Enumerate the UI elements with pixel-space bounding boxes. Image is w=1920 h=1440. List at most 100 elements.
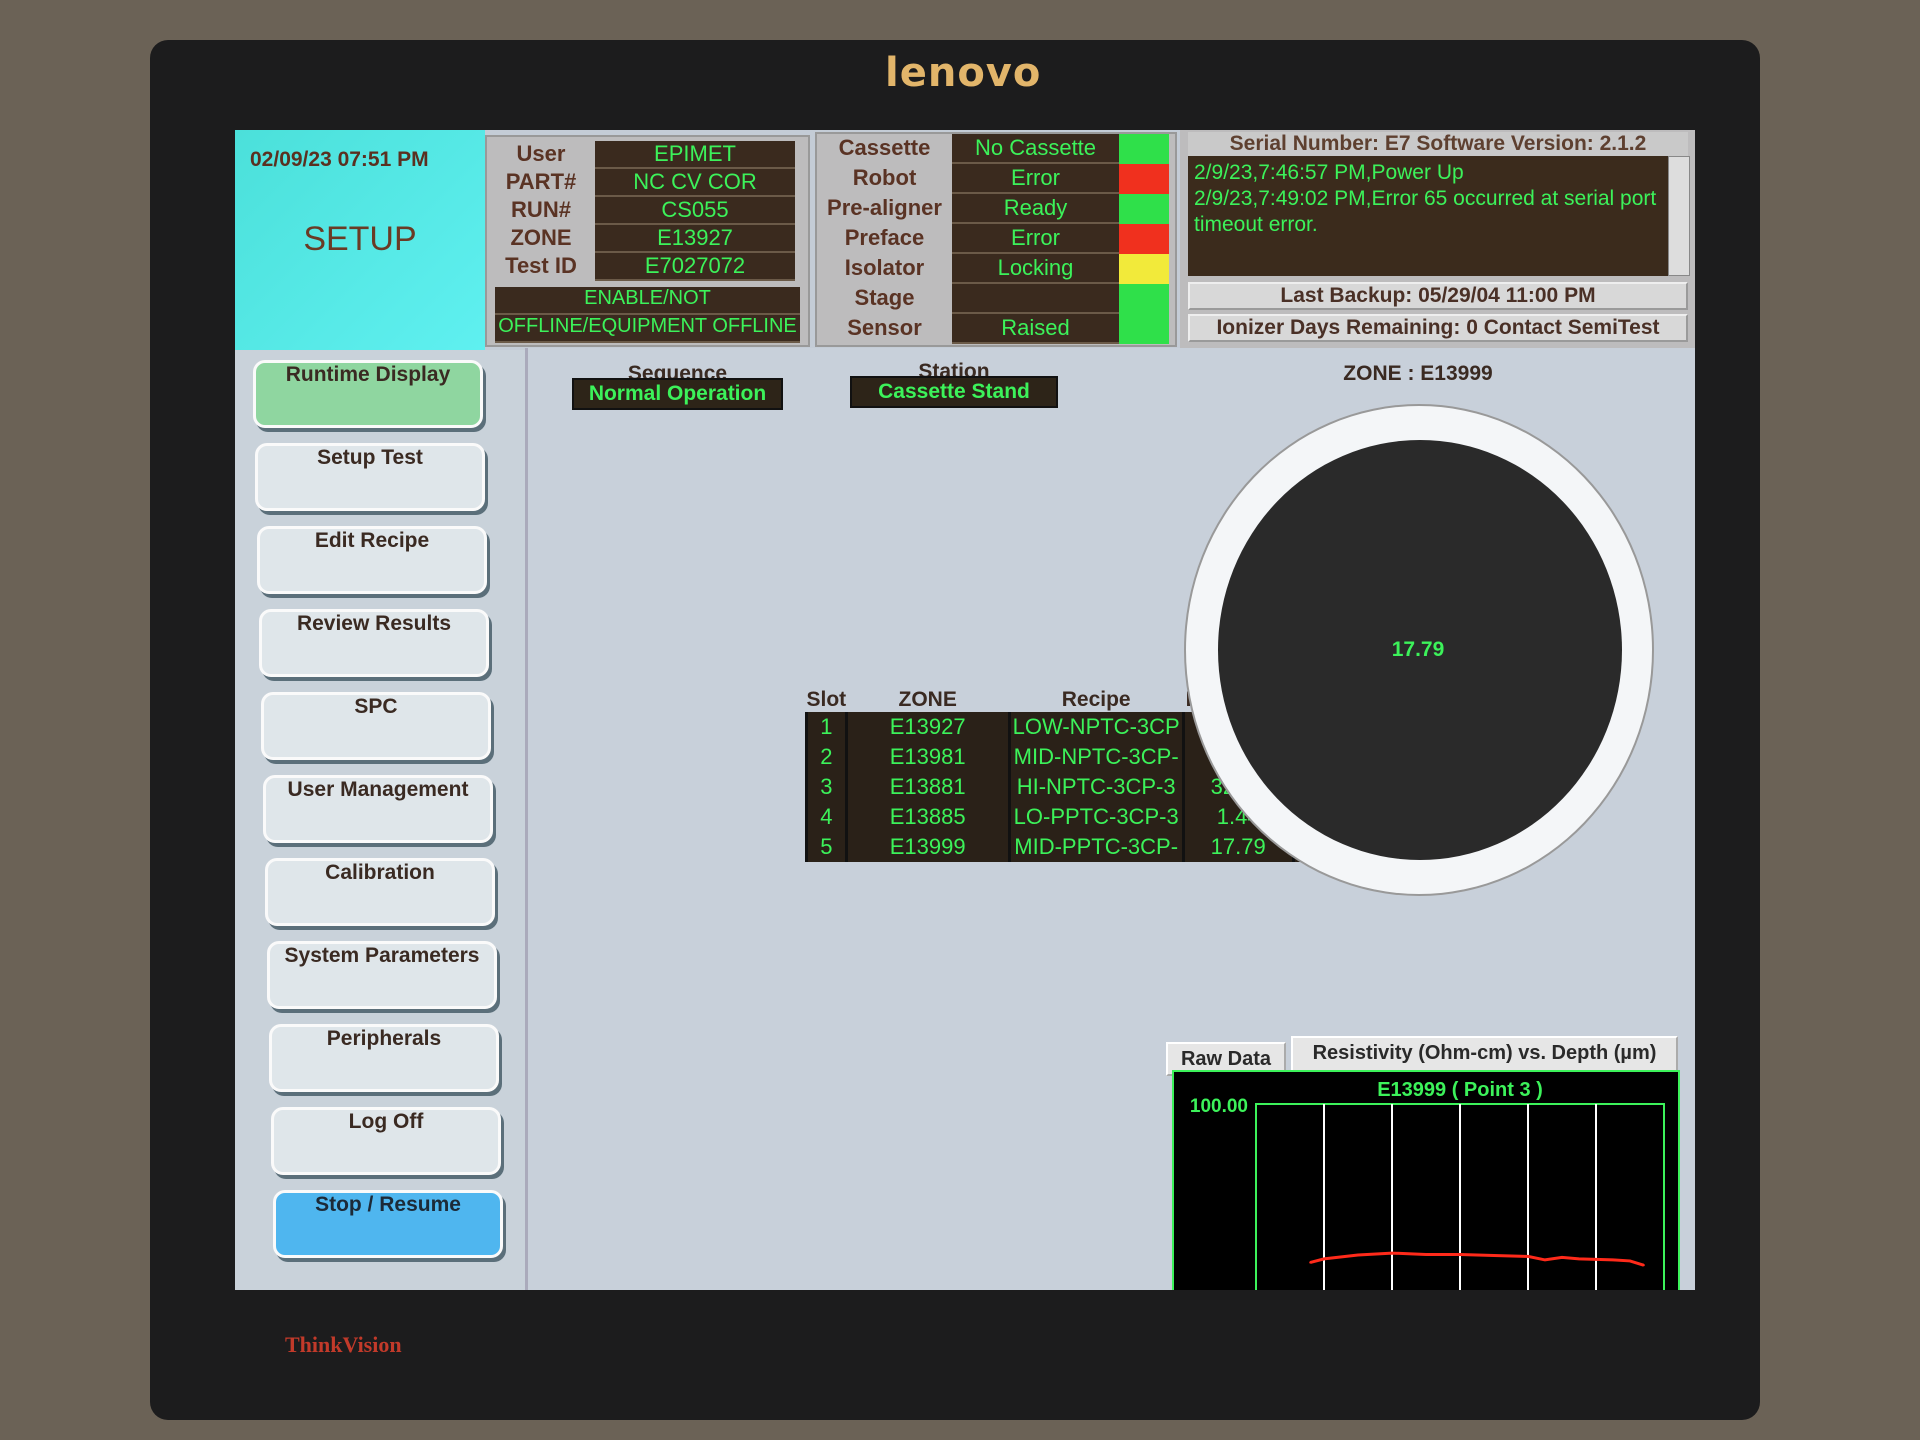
data-point [1594, 1258, 1598, 1261]
sidebar-button-stop-resume[interactable]: Stop / Resume [273, 1190, 503, 1258]
info-value: EPIMET [595, 141, 795, 169]
station-value: Cassette Stand [850, 376, 1058, 408]
info-label: User [516, 141, 566, 166]
status-light [1119, 194, 1169, 224]
sequence-value: Normal Operation [572, 378, 783, 410]
lenovo-logo: lenovo [885, 50, 1042, 96]
table-cell: 1 [805, 712, 848, 742]
status-value: Locking [952, 254, 1119, 284]
sidebar-button-setup-test[interactable]: Setup Test [255, 443, 485, 511]
status-label: Cassette [838, 135, 931, 160]
info-line1: ENABLE/NOT [495, 287, 800, 315]
status-row: Sensor Raised [817, 314, 1175, 344]
info-row: ZONE E13927 [487, 225, 808, 253]
status-light [1119, 284, 1169, 314]
table-cell: E13927 [844, 712, 1011, 742]
data-point [1611, 1258, 1615, 1262]
data-point [1526, 1255, 1530, 1258]
status-light [1119, 254, 1169, 284]
info-row: User EPIMET [487, 141, 808, 169]
column-header: Recipe [1061, 688, 1131, 711]
table-cell: LO-PPTC-3CP-3 [1007, 802, 1185, 832]
info-row: OFFLINE/EQUIPMENT OFFLINE [487, 315, 808, 343]
info-row: RUN# CS055 [487, 197, 808, 225]
equipment-status-panel: Cassette No Cassette Robot Error Pre-aligner… [815, 132, 1177, 347]
info-label: ZONE [510, 225, 572, 250]
info-row: ENABLE/NOT [487, 287, 808, 315]
info-label: RUN# [511, 197, 571, 222]
data-point [1560, 1256, 1564, 1259]
thinkvision-logo: ThinkVision [285, 1332, 402, 1357]
run-info-panel: User EPIMET PART# NC CV COR RUN# CS055 ZONE E13… [485, 135, 810, 347]
status-light [1119, 224, 1169, 254]
table-cell: HI-NPTC-3CP-3 [1007, 772, 1185, 802]
info-row: PART# NC CV COR [487, 169, 808, 197]
data-point [1309, 1261, 1312, 1264]
status-row: Stage [817, 284, 1175, 314]
log-scrollbar[interactable] [1668, 156, 1690, 276]
status-label: Robot [852, 165, 917, 190]
status-light [1119, 314, 1169, 344]
info-label: PART# [505, 169, 577, 194]
datetime: 02/09/23 07:51 PM [250, 148, 429, 171]
status-row: Cassette No Cassette [817, 134, 1175, 164]
status-value [952, 284, 1119, 314]
status-label: Isolator [844, 255, 925, 280]
status-light [1119, 164, 1169, 194]
data-point [1642, 1263, 1645, 1267]
status-label: Sensor [847, 315, 922, 340]
info-label: Test ID [505, 253, 577, 278]
sidebar-button-system-parameters[interactable]: System Parameters [267, 941, 497, 1009]
status-light [1119, 134, 1169, 164]
y-tick-label: 100.00 [1190, 1096, 1248, 1117]
status-label: Preface [844, 225, 925, 250]
wafer-value: 17.79 [1391, 638, 1445, 661]
data-point [1543, 1258, 1547, 1262]
data-point [1492, 1254, 1496, 1257]
info-value: E13927 [595, 225, 795, 253]
info-row: Test ID E7027072 [487, 253, 808, 281]
chart-title: E13999 ( Point 3 ) [1377, 1079, 1543, 1101]
table-cell: E13981 [844, 742, 1011, 772]
table-cell: MID-NPTC-3CP- [1007, 742, 1185, 772]
status-label: Stage [854, 285, 915, 310]
tab-resistivity-depth[interactable]: Resistivity (Ohm-cm) vs. Depth (µm) [1291, 1036, 1678, 1072]
table-cell: E13999 [844, 832, 1011, 862]
status-row: Robot Error [817, 164, 1175, 194]
status-value: Ready [952, 194, 1119, 224]
table-cell: E13881 [844, 772, 1011, 802]
table-cell: 2 [805, 742, 848, 772]
info-value: CS055 [595, 197, 795, 225]
resistivity-chart: 0.002.004.006.008.0010.0012.00100.0010.0… [1172, 1070, 1680, 1290]
mode-panel: 02/09/23 07:51 PM SETUP [235, 130, 485, 350]
status-row: Pre-aligner Ready [817, 194, 1175, 224]
sidebar-button-spc[interactable]: SPC [261, 692, 491, 760]
sidebar-button-runtime-display[interactable]: Runtime Display [253, 360, 483, 428]
ionizer-days: Ionizer Days Remaining: 0 Contact SemiTe… [1188, 314, 1688, 342]
data-point [1424, 1253, 1428, 1256]
sidebar-button-review-results[interactable]: Review Results [259, 609, 489, 677]
data-point [1577, 1257, 1581, 1261]
sidebar-button-calibration[interactable]: Calibration [265, 858, 495, 926]
sidebar: Runtime Display Setup Test Edit Recipe Revi… [235, 350, 525, 1290]
sidebar-button-peripherals[interactable]: Peripherals [269, 1024, 499, 1092]
sidebar-button-log-off[interactable]: Log Off [271, 1107, 501, 1175]
sidebar-button-edit-recipe[interactable]: Edit Recipe [257, 526, 487, 594]
runtime-display: Sequence Normal Operation Station Casset… [525, 348, 1695, 1290]
data-point [1390, 1251, 1394, 1255]
status-label: Pre-aligner [827, 195, 942, 220]
zone-title: ZONE : E13999 [1343, 362, 1493, 385]
column-header: Slot [806, 688, 847, 711]
serial-version: Serial Number: E7 Software Version: 2.1.… [1188, 132, 1688, 156]
screen: 02/09/23 07:51 PM SETUP User EPIMET PART# N… [235, 130, 1695, 1290]
info-line2: OFFLINE/EQUIPMENT OFFLINE [495, 315, 800, 343]
table-cell: 3 [805, 772, 848, 802]
status-value: No Cassette [952, 134, 1119, 164]
data-point [1458, 1253, 1462, 1256]
log-line: 2/9/23,7:49:02 PM,Error 65 occurred at s… [1194, 187, 1657, 236]
mode-label: SETUP [303, 220, 417, 258]
table-cell: MID-PPTC-3CP- [1007, 832, 1185, 862]
resistivity-line [1310, 1251, 1645, 1267]
status-row: Isolator Locking [817, 254, 1175, 284]
sidebar-button-user-management[interactable]: User Management [263, 775, 493, 843]
